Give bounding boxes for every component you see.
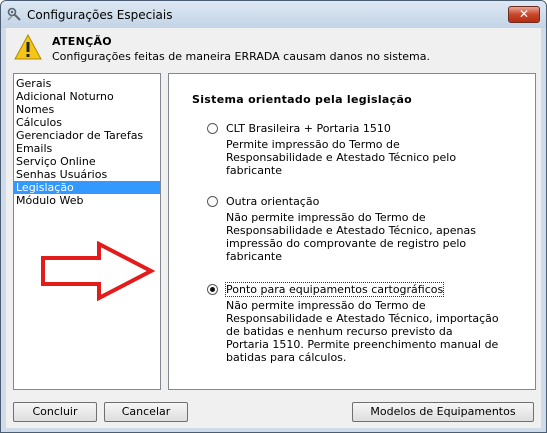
description-line: fabricante	[226, 164, 283, 177]
description-line: de batidas e nenhum recurso previsto da	[226, 325, 453, 338]
dialog-body: ATENÇÃO Configurações feitas de maneira …	[6, 28, 541, 428]
radio-outra-orientacao[interactable]	[207, 196, 218, 207]
option-label[interactable]: CLT Brasileira + Portaria 1510	[226, 122, 391, 135]
sidebar-item-modulo-web[interactable]: Módulo Web	[14, 194, 160, 207]
description-line: batidas para cálculos.	[226, 351, 347, 364]
panel-title: Sistema orientado pela legislação	[192, 93, 413, 106]
radio-ponto-cartograficos[interactable]	[207, 284, 218, 295]
description-line: Responsabilidade e Atestado Técnico, imp…	[226, 312, 499, 325]
option-description: Não permite impressão do Termo de Respon…	[226, 211, 521, 263]
description-line: Responsabilidade e Atestado Técnico pelo	[226, 151, 457, 164]
title-bar[interactable]: Configurações Especiais ✕	[1, 1, 546, 28]
description-line: Responsabilidade e Atestado Técnico, ape…	[226, 224, 476, 237]
sidebar-item-emails[interactable]: Emails	[14, 142, 160, 155]
sidebar-item-nomes[interactable]: Nomes	[14, 103, 160, 116]
description-line: Não permite impressão do Termo de	[226, 299, 426, 312]
warning-message: Configurações feitas de maneira ERRADA c…	[52, 50, 430, 63]
sidebar-item-senhas-usuarios[interactable]: Senhas Usuários	[14, 168, 160, 181]
sidebar-item-gerenciador-de-tarefas[interactable]: Gerenciador de Tarefas	[14, 129, 160, 142]
description-line: fabricante	[226, 250, 283, 263]
settings-category-list[interactable]: Gerais Adicional Noturno Nomes Cálculos …	[13, 73, 161, 390]
radio-clt-portaria[interactable]	[207, 123, 218, 134]
description-line: Permite impressão do Termo de	[226, 138, 400, 151]
option-label[interactable]: Outra orientação	[226, 195, 319, 208]
option-description: Não permite impressão do Termo de Respon…	[226, 299, 521, 364]
legislation-panel: Sistema orientado pela legislação CLT Br…	[168, 73, 536, 390]
sidebar-item-gerais[interactable]: Gerais	[14, 77, 160, 90]
warning-triangle-icon	[14, 34, 42, 60]
close-button[interactable]: ✕	[508, 6, 540, 23]
description-line: impressão do comprovante de registro pel…	[226, 237, 467, 250]
sidebar-item-calculos[interactable]: Cálculos	[14, 116, 160, 129]
warning-title: ATENÇÃO	[52, 35, 112, 48]
window-title: Configurações Especiais	[27, 8, 173, 22]
sidebar-item-legislacao[interactable]: Legislação	[14, 181, 160, 194]
option-label[interactable]: Ponto para equipamentos cartográficos	[224, 282, 445, 297]
sidebar-item-adicional-noturno[interactable]: Adicional Noturno	[14, 90, 160, 103]
description-line: Portaria 1510. Permite preenchimento man…	[226, 338, 499, 351]
gear-tools-icon	[7, 7, 21, 21]
description-line: Não permite impressão do Termo de	[226, 211, 426, 224]
cancelar-button[interactable]: Cancelar	[104, 402, 188, 422]
option-description: Permite impressão do Termo de Responsabi…	[226, 138, 521, 177]
close-icon: ✕	[518, 7, 530, 21]
red-outline-arrow-icon	[41, 241, 156, 301]
concluir-button[interactable]: Concluir	[13, 402, 97, 422]
sidebar-item-servico-online[interactable]: Serviço Online	[14, 155, 160, 168]
modelos-equipamentos-button[interactable]: Modelos de Equipamentos	[352, 402, 534, 422]
dialog-window: Configurações Especiais ✕ ATENÇÃO Config…	[0, 0, 547, 433]
